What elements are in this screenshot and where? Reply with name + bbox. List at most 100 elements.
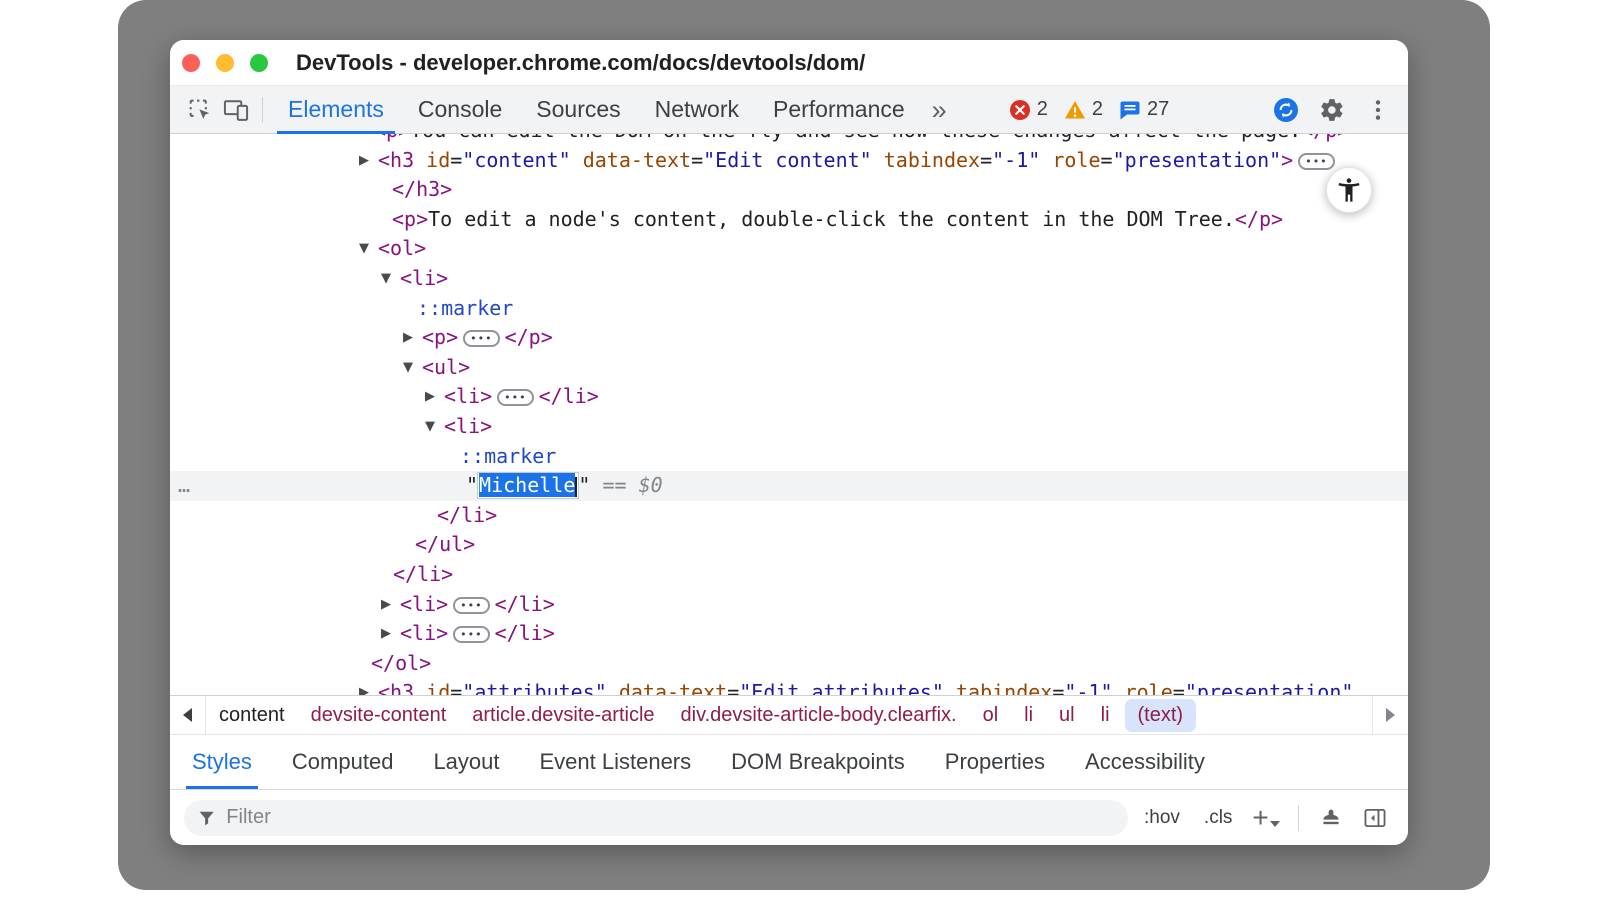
inline-expand-icon[interactable]: •••	[497, 389, 533, 406]
breadcrumb-scroll-right-button[interactable]	[1372, 696, 1408, 734]
accessibility-fab-button[interactable]	[1326, 167, 1372, 213]
filter-input[interactable]	[226, 806, 1116, 829]
expanded-arrow-icon[interactable]: ▼	[359, 234, 369, 264]
toggle-sidebar-button[interactable]	[1357, 800, 1393, 836]
attribute-name: role	[1113, 680, 1173, 695]
panel-tab-event-listeners[interactable]: Event Listeners	[520, 735, 712, 789]
inline-text-editor[interactable]: Michelle	[478, 473, 578, 498]
attribute-value: "content"	[462, 148, 570, 172]
breadcrumb-item-devsite-content[interactable]: devsite-content	[298, 704, 460, 727]
settings-button[interactable]	[1314, 92, 1350, 128]
dom-tree-row[interactable]: ▶<li>•••</li>	[170, 619, 1408, 649]
breadcrumb-item-div-devsite-article-body-clearfix[interactable]: div.devsite-article-body.clearfix.	[668, 704, 970, 727]
new-style-rule-button[interactable]: +	[1248, 805, 1283, 831]
collapsed-arrow-icon[interactable]: ▶	[381, 619, 391, 649]
main-menu-button[interactable]	[1360, 92, 1396, 128]
equals-sign: =	[1101, 148, 1113, 172]
panel-tab-properties[interactable]: Properties	[925, 735, 1065, 789]
dom-tree-row[interactable]: </ul>	[170, 530, 1408, 560]
close-window-button[interactable]	[182, 54, 200, 72]
selected-text: Michelle	[479, 473, 575, 497]
breadcrumb-item-ol[interactable]: ol	[970, 704, 1012, 727]
dom-tree-row[interactable]: ▼<ul>	[170, 353, 1408, 383]
node-overflow-menu-icon[interactable]: …	[178, 471, 192, 501]
panel-tab-computed[interactable]: Computed	[272, 735, 414, 789]
tab-performance[interactable]: Performance	[756, 86, 922, 134]
panel-tab-layout[interactable]: Layout	[413, 735, 519, 789]
dom-tree-row[interactable]: ▶<h3 id="attributes" data-text="Edit att…	[170, 678, 1408, 695]
issues-icon	[1119, 99, 1141, 121]
tag-token: <h3	[378, 680, 414, 695]
inline-expand-icon[interactable]: •••	[453, 597, 489, 614]
panel-tab-styles[interactable]: Styles	[172, 735, 272, 789]
attribute-name: data-text	[607, 680, 727, 695]
equals-sign: =	[727, 680, 739, 695]
dom-tree-row[interactable]: ::marker	[170, 442, 1408, 472]
tab-elements[interactable]: Elements	[271, 86, 401, 134]
warnings-badge[interactable]: 2	[1064, 98, 1103, 121]
dom-tree-row[interactable]: ::marker	[170, 294, 1408, 324]
dom-tree-row[interactable]: ▶<li>•••</li>	[170, 590, 1408, 620]
expanded-arrow-icon[interactable]: ▼	[425, 412, 435, 442]
collapsed-arrow-icon[interactable]: ▶	[403, 323, 413, 353]
breadcrumb-list: contentdevsite-contentarticle.devsite-ar…	[206, 696, 1372, 734]
dom-tree-row[interactable]: ▶<p>•••</p>	[170, 323, 1408, 353]
collapsed-arrow-icon[interactable]: ▶	[359, 146, 369, 176]
tag-token: <p>	[422, 325, 458, 349]
breadcrumb-item-li[interactable]: li	[1011, 704, 1046, 727]
inline-expand-icon[interactable]: •••	[463, 330, 499, 347]
breadcrumb-scroll-left-button[interactable]	[170, 696, 206, 734]
dom-tree-row[interactable]: <p>You can edit the DOM on the fly and s…	[170, 134, 1408, 146]
collapsed-arrow-icon[interactable]: ▶	[425, 382, 435, 412]
element-classes-button[interactable]: .cls	[1196, 807, 1241, 829]
zoom-window-button[interactable]	[250, 54, 268, 72]
error-icon	[1009, 99, 1031, 121]
equals-sign: =	[1052, 680, 1064, 695]
dom-tree-row[interactable]: ▶<h3 id="content" data-text="Edit conten…	[170, 146, 1408, 176]
issues-badge[interactable]: 27	[1119, 98, 1169, 121]
breadcrumb-item-article-devsite-article[interactable]: article.devsite-article	[459, 704, 667, 727]
device-toolbar-button[interactable]	[218, 92, 254, 128]
tab-console[interactable]: Console	[401, 86, 519, 134]
breadcrumb-item-ul[interactable]: ul	[1046, 704, 1088, 727]
equals-sign: =	[980, 148, 992, 172]
dom-tree-row[interactable]: </li>	[170, 501, 1408, 531]
toggle-element-state-button[interactable]: :hov	[1136, 807, 1188, 829]
dom-tree-row[interactable]: ▼<li>	[170, 412, 1408, 442]
attribute-value: "presentation"	[1113, 148, 1282, 172]
expanded-arrow-icon[interactable]: ▼	[403, 353, 413, 383]
filter-field[interactable]	[184, 800, 1128, 836]
breadcrumb-item-text[interactable]: (text)	[1125, 699, 1197, 732]
equals-sign: =	[450, 680, 462, 695]
dom-tree-row[interactable]: <p>To edit a node's content, double-clic…	[170, 205, 1408, 235]
window-titlebar: DevTools - developer.chrome.com/docs/dev…	[170, 40, 1408, 86]
panel-tab-dom-breakpoints[interactable]: DOM Breakpoints	[711, 735, 925, 789]
tab-sources[interactable]: Sources	[519, 86, 637, 134]
dom-tree-row[interactable]: ▼<ol>	[170, 234, 1408, 264]
minimize-window-button[interactable]	[216, 54, 234, 72]
inline-expand-icon[interactable]: •••	[453, 626, 489, 643]
filter-icon	[196, 807, 217, 829]
dom-tree[interactable]: <p>You can edit the DOM on the fly and s…	[170, 134, 1408, 695]
tab-network[interactable]: Network	[638, 86, 756, 134]
dom-tree-row[interactable]: ▼<li>	[170, 264, 1408, 294]
dollar-zero-hint: $0	[639, 473, 663, 497]
inline-expand-icon[interactable]: •••	[1298, 153, 1334, 170]
dom-tree-row[interactable]: </h3>	[170, 175, 1408, 205]
devtools-window: DevTools - developer.chrome.com/docs/dev…	[170, 40, 1408, 845]
dom-tree-row[interactable]: </li>	[170, 560, 1408, 590]
dom-tree-row[interactable]: …"Michelle" == $0	[170, 471, 1408, 501]
more-tabs-button[interactable]: »	[922, 88, 957, 132]
stamp-tool-button[interactable]	[1313, 800, 1349, 836]
collapsed-arrow-icon[interactable]: ▶	[381, 590, 391, 620]
sync-button[interactable]	[1268, 92, 1304, 128]
inspect-element-button[interactable]	[182, 92, 218, 128]
panel-tab-accessibility[interactable]: Accessibility	[1065, 735, 1225, 789]
expanded-arrow-icon[interactable]: ▼	[381, 264, 391, 294]
errors-badge[interactable]: 2	[1009, 98, 1048, 121]
breadcrumb-item-content[interactable]: content	[206, 704, 298, 727]
collapsed-arrow-icon[interactable]: ▶	[359, 678, 369, 695]
dom-tree-row[interactable]: </ol>	[170, 649, 1408, 679]
breadcrumb-item-li[interactable]: li	[1088, 704, 1123, 727]
dom-tree-row[interactable]: ▶<li>•••</li>	[170, 382, 1408, 412]
